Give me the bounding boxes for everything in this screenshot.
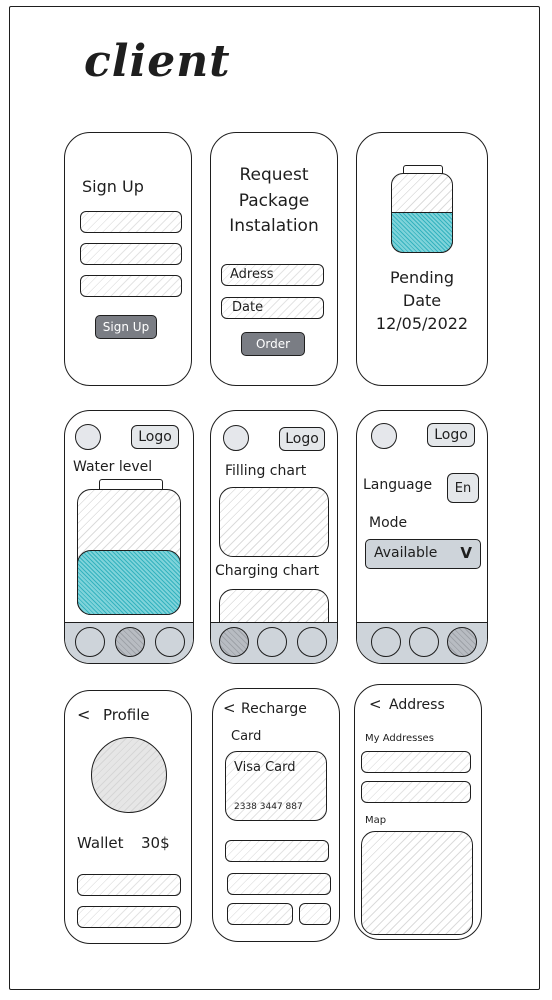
avatar[interactable]	[223, 425, 249, 451]
avatar[interactable]	[75, 424, 101, 450]
recharge-heading: Recharge	[241, 701, 307, 717]
pending-date-value: 12/05/2022	[375, 314, 469, 333]
logo: Logo	[279, 427, 325, 451]
profile-avatar[interactable]	[91, 737, 167, 813]
nav-settings-icon[interactable]	[297, 627, 327, 657]
recharge-field-3[interactable]	[227, 903, 293, 925]
logo: Logo	[427, 423, 475, 447]
profile-heading: Profile	[103, 706, 150, 724]
card-number: 2338 3447 887	[234, 802, 303, 812]
mode-label: Mode	[369, 515, 408, 531]
chevron-left-icon[interactable]: <	[369, 695, 382, 713]
pending-screen: Pending Date 12/05/2022	[356, 132, 488, 386]
card-name: Visa Card	[234, 760, 296, 775]
charts-screen: Logo Filling chart Charging chart	[210, 410, 338, 664]
filling-chart	[219, 487, 329, 557]
charging-chart-label: Charging chart	[215, 563, 320, 579]
date-placeholder: Date	[232, 300, 264, 315]
request-heading-line3: Instalation	[229, 216, 319, 236]
address-item-2[interactable]	[361, 781, 471, 803]
recharge-field-1[interactable]	[225, 840, 329, 862]
water-fill	[77, 550, 181, 615]
signup-field-1[interactable]	[80, 211, 182, 233]
request-heading-line1: Request	[239, 165, 309, 185]
wallet-value: 30$	[141, 834, 170, 852]
water-level-screen: Logo Water level	[64, 410, 194, 664]
map-label: Map	[365, 815, 387, 826]
signup-button[interactable]: Sign Up	[95, 315, 157, 339]
signup-screen: Sign Up Sign Up	[64, 132, 192, 386]
profile-field-2[interactable]	[77, 906, 181, 928]
address-item-1[interactable]	[361, 751, 471, 773]
my-addresses-label: My Addresses	[365, 733, 434, 744]
address-screen: < Address My Addresses Map	[354, 684, 482, 940]
language-label: Language	[363, 477, 433, 493]
signup-field-3[interactable]	[80, 275, 182, 297]
order-button[interactable]: Order	[241, 332, 305, 356]
profile-screen: < Profile Wallet 30$	[64, 690, 192, 944]
request-heading-line2: Package	[238, 191, 310, 211]
address-placeholder: Adress	[230, 267, 274, 282]
profile-field-1[interactable]	[77, 874, 181, 896]
chevron-left-icon[interactable]: <	[77, 705, 90, 724]
bottom-nav	[211, 622, 337, 663]
nav-water-icon[interactable]	[115, 627, 145, 657]
nav-home-icon[interactable]	[219, 627, 249, 657]
map[interactable]	[361, 831, 473, 935]
recharge-field-4[interactable]	[299, 903, 331, 925]
nav-settings-icon[interactable]	[447, 627, 477, 657]
nav-settings-icon[interactable]	[155, 627, 185, 657]
address-heading: Address	[389, 697, 445, 713]
chevron-down-icon: V	[460, 544, 472, 562]
request-package-screen: Request Package Instalation Adress Date …	[210, 132, 338, 386]
date-input[interactable]: Date	[221, 297, 324, 319]
nav-home-icon[interactable]	[75, 627, 105, 657]
recharge-field-2[interactable]	[227, 873, 331, 895]
language-toggle[interactable]: En	[447, 473, 479, 503]
mode-value: Available	[374, 545, 438, 561]
chevron-left-icon[interactable]: <	[223, 699, 236, 717]
bottom-nav	[65, 622, 193, 663]
settings-screen: Logo Language En Mode Available V	[356, 410, 488, 664]
nav-water-icon[interactable]	[409, 627, 439, 657]
wallet-label: Wallet	[77, 834, 124, 852]
bottom-nav	[357, 622, 487, 663]
card-panel[interactable]: Visa Card 2338 3447 887	[225, 751, 327, 821]
pending-status: Pending	[390, 268, 454, 287]
pending-water-fill	[391, 212, 453, 253]
signup-heading: Sign Up	[82, 177, 144, 196]
signup-field-2[interactable]	[80, 243, 182, 265]
logo: Logo	[131, 425, 179, 449]
water-level-label: Water level	[73, 459, 153, 475]
page-title: client	[84, 36, 231, 87]
card-label: Card	[231, 729, 262, 744]
filling-chart-label: Filling chart	[225, 463, 307, 479]
nav-home-icon[interactable]	[371, 627, 401, 657]
nav-water-icon[interactable]	[257, 627, 287, 657]
address-input[interactable]: Adress	[221, 264, 324, 286]
avatar[interactable]	[371, 423, 397, 449]
mode-select[interactable]: Available V	[365, 539, 481, 569]
recharge-screen: < Recharge Card Visa Card 2338 3447 887	[212, 688, 340, 942]
pending-date-label: Date	[402, 291, 442, 310]
